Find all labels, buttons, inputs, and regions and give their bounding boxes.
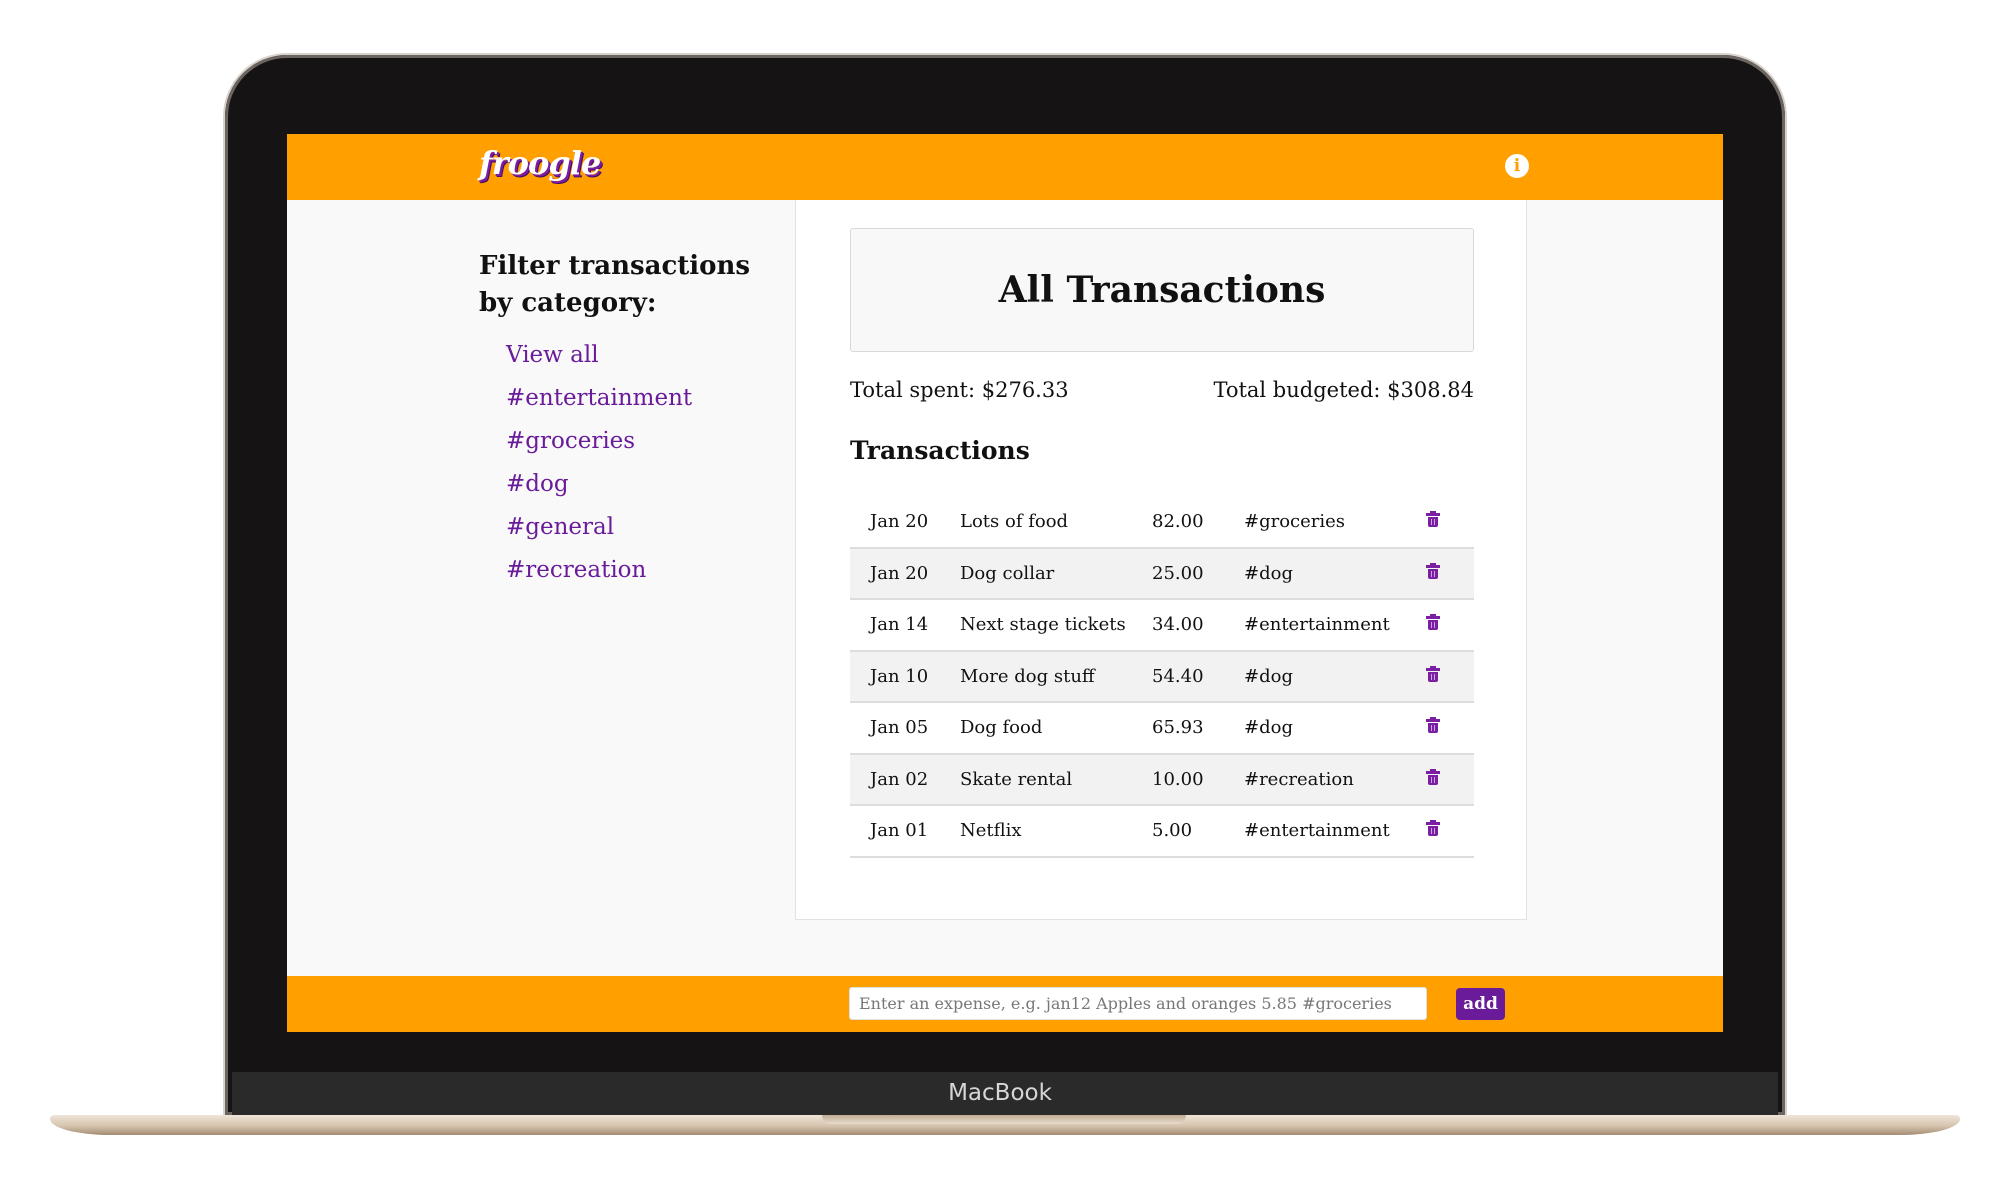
trash-icon[interactable] — [1426, 614, 1440, 631]
tx-amount: 34.00 — [1152, 614, 1204, 636]
tx-amount: 54.40 — [1152, 665, 1204, 687]
tx-amount: 65.93 — [1152, 717, 1204, 739]
category-link-view-all[interactable]: View all — [506, 342, 599, 368]
tx-category: #recreation — [1244, 768, 1354, 790]
list-item: #entertainment — [506, 377, 779, 420]
tx-delete-cell — [1426, 548, 1474, 600]
category-link-recreation[interactable]: #recreation — [506, 557, 646, 583]
expense-input[interactable] — [849, 987, 1427, 1020]
table-row: Jan 20 Lots of food 82.00 #groceries — [850, 496, 1474, 548]
tx-delete-cell — [1426, 651, 1474, 703]
app-screen: froogle i Filter transactions by categor… — [287, 134, 1723, 1032]
category-link-general[interactable]: #general — [506, 514, 614, 540]
table-row: Jan 02 Skate rental 10.00 #recreation — [850, 753, 1474, 806]
list-item: #recreation — [506, 549, 779, 592]
trash-icon[interactable] — [1426, 768, 1440, 785]
add-button[interactable]: add — [1456, 988, 1505, 1020]
table-row: Jan 20 Dog collar 25.00 #dog — [850, 547, 1474, 600]
totals-row: Total spent: $276.33 Total budgeted: $30… — [850, 378, 1474, 408]
tx-delete-cell — [1426, 805, 1474, 857]
category-filter-sidebar: Filter transactions by category: View al… — [479, 248, 779, 592]
tx-delete-cell — [1426, 496, 1474, 548]
tx-category: #dog — [1244, 562, 1293, 584]
tx-delete-cell — [1426, 702, 1474, 754]
bottom-input-bar: add — [287, 976, 1723, 1032]
tx-date: Jan 20 — [870, 562, 929, 584]
tx-category: #dog — [1244, 717, 1293, 739]
tx-date: Jan 20 — [870, 510, 929, 532]
trash-icon[interactable] — [1426, 562, 1440, 579]
tx-amount: 25.00 — [1152, 562, 1204, 584]
tx-amount: 10.00 — [1152, 768, 1204, 790]
tx-description: More dog stuff — [960, 665, 1095, 687]
tx-description: Next stage tickets — [960, 614, 1126, 636]
tx-date: Jan 10 — [870, 665, 929, 687]
transactions-table: Jan 20 Lots of food 82.00 #groceries Jan… — [850, 496, 1474, 858]
device-label: MacBook — [948, 1080, 1052, 1106]
table-row: Jan 05 Dog food 65.93 #dog — [850, 702, 1474, 754]
category-link-entertainment[interactable]: #entertainment — [506, 385, 692, 411]
tx-description: Netflix — [960, 820, 1022, 842]
tx-description: Lots of food — [960, 510, 1069, 532]
tx-category: #dog — [1244, 665, 1293, 687]
tx-category: #entertainment — [1244, 820, 1390, 842]
tx-category: #groceries — [1244, 510, 1346, 532]
tx-date: Jan 01 — [870, 820, 929, 842]
category-link-dog[interactable]: #dog — [506, 471, 569, 497]
froogle-logo[interactable]: froogle — [479, 144, 601, 182]
table-row: Jan 14 Next stage tickets 34.00 #enterta… — [850, 599, 1474, 651]
tx-date: Jan 14 — [870, 614, 929, 636]
tx-date: Jan 02 — [870, 768, 929, 790]
top-nav-bar: froogle i — [287, 134, 1723, 200]
page-title: All Transactions — [998, 269, 1326, 311]
tx-amount: 5.00 — [1152, 820, 1193, 842]
tx-description: Dog food — [960, 717, 1043, 739]
list-item: #groceries — [506, 420, 779, 463]
tx-description: Skate rental — [960, 768, 1073, 790]
table-row: Jan 10 More dog stuff 54.40 #dog — [850, 650, 1474, 703]
category-link-groceries[interactable]: #groceries — [506, 428, 635, 454]
filter-heading: Filter transactions by category: — [479, 251, 751, 318]
transactions-panel: All Transactions Total spent: $276.33 To… — [795, 200, 1527, 920]
table-row: Jan 01 Netflix 5.00 #entertainment — [850, 805, 1474, 857]
trash-icon[interactable] — [1426, 717, 1440, 734]
tx-description: Dog collar — [960, 562, 1055, 584]
info-icon[interactable]: i — [1505, 154, 1529, 178]
laptop-hinge-notch — [822, 1115, 1186, 1124]
trash-icon[interactable] — [1426, 665, 1440, 682]
title-card: All Transactions — [850, 228, 1474, 352]
tx-delete-cell — [1426, 754, 1474, 806]
transactions-heading: Transactions — [850, 436, 1030, 465]
list-item: #dog — [506, 463, 779, 506]
total-spent: Total spent: $276.33 — [850, 378, 1069, 402]
tx-amount: 82.00 — [1152, 510, 1204, 532]
tx-category: #entertainment — [1244, 614, 1390, 636]
total-budgeted: Total budgeted: $308.84 — [1213, 378, 1474, 402]
list-item: View all — [506, 334, 779, 377]
list-item: #general — [506, 506, 779, 549]
trash-icon[interactable] — [1426, 510, 1440, 527]
tx-date: Jan 05 — [870, 717, 929, 739]
trash-icon[interactable] — [1426, 820, 1440, 837]
category-list: View all #entertainment #groceries #dog … — [479, 334, 779, 592]
tx-delete-cell — [1426, 599, 1474, 651]
